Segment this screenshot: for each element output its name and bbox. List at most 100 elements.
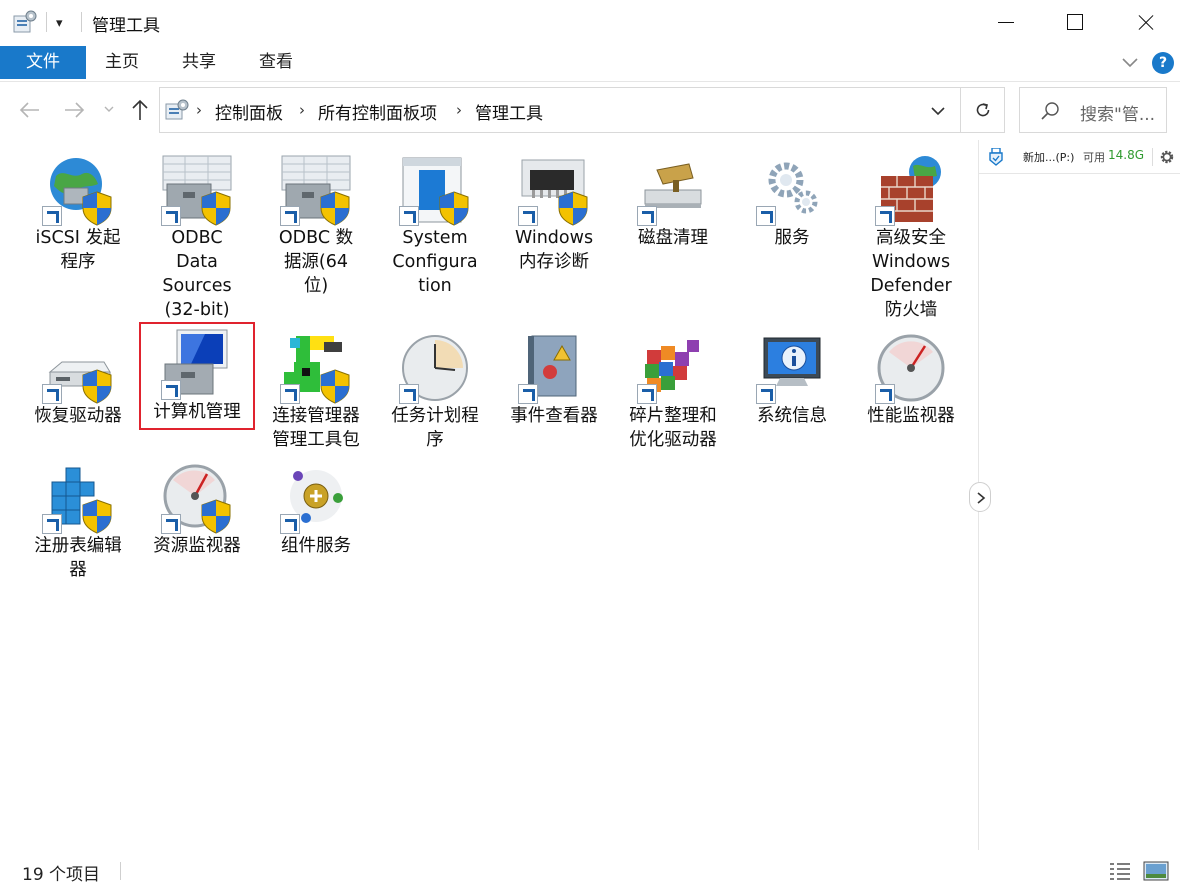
file-item[interactable]: 磁盘清理 xyxy=(617,154,729,250)
file-item-label: ODBC Data Sources (32-bit) xyxy=(141,226,253,322)
file-item-label: 高级安全 Windows Defender 防火墙 xyxy=(855,226,967,322)
file-item[interactable]: iSCSI 发起 程序 xyxy=(22,154,134,274)
file-item[interactable]: 组件服务 xyxy=(260,462,372,558)
connection-manager-icon xyxy=(280,332,352,404)
file-item[interactable]: System Configura tion xyxy=(379,154,491,298)
file-item-label-line: 碎片整理和 xyxy=(629,406,717,426)
title-separator xyxy=(81,12,82,32)
right-side-panel: 新加...(P:) 可用 14.8G xyxy=(969,140,1180,850)
quick-access-dropdown[interactable]: ▾ xyxy=(56,16,63,31)
file-item-label: 连接管理器 管理工具包 xyxy=(260,404,372,452)
expand-panel-button[interactable] xyxy=(969,482,991,512)
breadcrumb-separator[interactable]: › xyxy=(196,101,202,119)
breadcrumb-all-items[interactable]: 所有控制面板项 xyxy=(318,99,437,124)
recovery-drive-icon xyxy=(42,332,114,404)
file-item[interactable]: 连接管理器 管理工具包 xyxy=(260,332,372,452)
address-bar[interactable]: › 控制面板 › 所有控制面板项 › 管理工具 xyxy=(159,87,961,133)
breadcrumb-admin-tools[interactable]: 管理工具 xyxy=(475,99,543,124)
search-placeholder: 搜索"管... xyxy=(1080,105,1156,125)
globe-shield-icon xyxy=(42,154,114,226)
shortcut-arrow-icon xyxy=(637,384,657,404)
back-arrow-icon[interactable] xyxy=(18,99,42,121)
file-item[interactable]: 计算机管理 xyxy=(139,322,255,430)
usb-drive-shield-icon xyxy=(989,148,1003,166)
system-config-icon xyxy=(399,154,471,226)
gauge-icon xyxy=(875,332,947,404)
file-item[interactable]: 高级安全 Windows Defender 防火墙 xyxy=(855,154,967,322)
defrag-icon xyxy=(637,332,709,404)
file-item-label-line: 位) xyxy=(303,276,329,296)
file-item-label-line: Windows xyxy=(514,228,594,248)
large-icons-view-icon[interactable] xyxy=(1143,860,1169,882)
refresh-button[interactable] xyxy=(961,87,1005,133)
event-viewer-icon xyxy=(518,332,590,404)
breadcrumb-control-panel[interactable]: 控制面板 xyxy=(215,99,283,124)
shortcut-arrow-icon xyxy=(399,206,419,226)
forward-arrow-icon[interactable] xyxy=(62,99,86,121)
shortcut-arrow-icon xyxy=(756,384,776,404)
tab-view[interactable]: 查看 xyxy=(259,46,293,79)
file-item[interactable]: 碎片整理和 优化驱动器 xyxy=(617,332,729,452)
shortcut-arrow-icon xyxy=(161,514,181,534)
file-item-label-line: 资源监视器 xyxy=(153,536,241,556)
tab-home[interactable]: 主页 xyxy=(105,46,139,79)
tab-share[interactable]: 共享 xyxy=(182,46,216,79)
shortcut-arrow-icon xyxy=(42,206,62,226)
system-info-icon xyxy=(756,332,828,404)
file-item-label-line: iSCSI 发起 xyxy=(35,228,121,248)
close-button[interactable] xyxy=(1108,0,1178,44)
file-item-label: 系统信息 xyxy=(736,404,848,428)
file-item-label-line: 注册表编辑 xyxy=(34,536,122,556)
component-services-icon xyxy=(280,462,352,534)
file-item[interactable]: Windows 内存诊断 xyxy=(498,154,610,274)
file-item[interactable]: 事件查看器 xyxy=(498,332,610,428)
uac-shield-icon xyxy=(82,499,112,534)
file-item-label: ODBC 数据源(64 位) xyxy=(260,226,372,298)
item-count: 19 个项目 xyxy=(22,865,101,885)
file-item-label-line: 事件查看器 xyxy=(510,406,598,426)
file-item-label-line: Defender xyxy=(870,276,952,296)
navigation-bar: › 控制面板 › 所有控制面板项 › 管理工具 搜索"管... xyxy=(0,82,1180,140)
admin-tools-icon[interactable] xyxy=(12,10,38,34)
file-item-label-line: System xyxy=(402,228,468,248)
details-view-icon[interactable] xyxy=(1108,860,1132,882)
up-arrow-icon[interactable] xyxy=(130,98,150,122)
shortcut-arrow-icon xyxy=(875,206,895,226)
uac-shield-icon xyxy=(439,191,469,226)
file-item-label-line: Data xyxy=(176,252,218,272)
panel-divider xyxy=(1152,148,1153,166)
file-item[interactable]: 注册表编辑器 xyxy=(22,462,134,582)
file-item-label-line: 高级安全 xyxy=(876,228,946,248)
search-box[interactable]: 搜索"管... xyxy=(1019,87,1167,133)
shortcut-arrow-icon xyxy=(518,384,538,404)
recent-locations-chevron-icon[interactable] xyxy=(102,102,116,116)
file-item[interactable]: 服务 xyxy=(736,154,848,250)
title-separator xyxy=(46,12,47,32)
file-item[interactable]: ODBC 数据源(64 位) xyxy=(260,154,372,298)
breadcrumb-separator[interactable]: › xyxy=(299,101,305,119)
address-history-chevron-icon[interactable] xyxy=(930,105,946,117)
uac-shield-icon xyxy=(320,369,350,404)
breadcrumb-separator[interactable]: › xyxy=(456,101,462,119)
file-item[interactable]: 资源监视器 xyxy=(141,462,253,558)
shortcut-arrow-icon xyxy=(875,384,895,404)
tab-file[interactable]: 文件 xyxy=(0,46,86,79)
file-item[interactable]: 任务计划程序 xyxy=(379,332,491,452)
gear-icon[interactable] xyxy=(1158,148,1176,166)
file-item-label-line: 程序 xyxy=(60,252,96,272)
minimize-button[interactable] xyxy=(968,0,1038,44)
file-item-label: iSCSI 发起 程序 xyxy=(22,226,134,274)
shortcut-arrow-icon xyxy=(518,206,538,226)
file-item[interactable]: 系统信息 xyxy=(736,332,848,428)
file-item-label-line: 系统信息 xyxy=(757,406,827,426)
uac-shield-icon xyxy=(201,499,231,534)
file-item[interactable]: 恢复驱动器 xyxy=(22,332,134,428)
expand-ribbon-chevron-icon[interactable] xyxy=(1120,54,1140,70)
help-button[interactable]: ? xyxy=(1152,52,1174,74)
file-item[interactable]: 性能监视器 xyxy=(855,332,967,428)
registry-cubes-icon xyxy=(42,462,114,534)
maximize-button[interactable] xyxy=(1038,0,1108,44)
file-item[interactable]: ODBC Data Sources (32-bit) xyxy=(141,154,253,322)
database-toolbox-icon xyxy=(161,154,233,226)
drive-info-bar[interactable]: 新加...(P:) 可用 14.8G xyxy=(979,140,1180,174)
